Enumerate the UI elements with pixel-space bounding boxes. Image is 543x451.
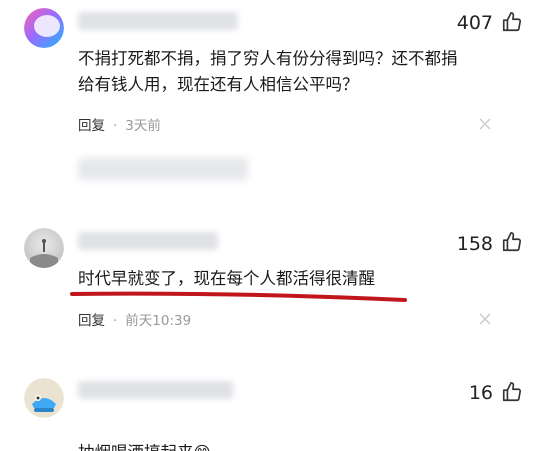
- comment-list: 407 不捐打死都不捐，捐了穷人有份分得到吗？还不都捐 给有钱人用，现在还有人相…: [0, 0, 543, 451]
- reply-button[interactable]: 回复: [78, 313, 105, 329]
- comment-time: 3天前: [125, 118, 161, 134]
- meta-separator: ·: [113, 118, 118, 134]
- thumbs-up-icon[interactable]: [501, 231, 523, 253]
- username-blurred[interactable]: [78, 381, 233, 399]
- grin-emoji-icon: 😁: [194, 443, 211, 451]
- username-blurred[interactable]: [78, 12, 238, 30]
- avatar-image: [24, 228, 64, 268]
- close-icon[interactable]: [479, 118, 491, 130]
- like-count: 158: [456, 233, 493, 255]
- comment-text: 抽烟喝酒搞起来😁: [78, 414, 211, 451]
- comment-text: 不捐打死都不捐，捐了穷人有份分得到吗？还不都捐 给有钱人用，现在还有人相信公平吗…: [78, 49, 458, 94]
- username-blurred[interactable]: [78, 232, 218, 250]
- user-avatar[interactable]: [24, 378, 64, 418]
- meta-separator: ·: [113, 313, 118, 329]
- reply-preview-blurred[interactable]: [78, 158, 248, 180]
- comment-text-content: 抽烟喝酒搞起来: [78, 443, 194, 451]
- comment-meta: 回复 · 3天前: [78, 114, 161, 134]
- user-avatar[interactable]: [24, 8, 64, 48]
- like-count: 16: [468, 382, 493, 404]
- comment-meta: 回复 · 前天10:39: [78, 309, 191, 329]
- like-count: 407: [456, 12, 493, 34]
- comment-text: 时代早就变了，现在每个人都活得很清醒: [78, 269, 375, 288]
- thumbs-up-icon[interactable]: [501, 381, 523, 403]
- avatar-image: [24, 378, 64, 418]
- reply-button[interactable]: 回复: [78, 118, 105, 134]
- avatar-image: [24, 8, 64, 48]
- close-icon[interactable]: [479, 313, 491, 325]
- thumbs-up-icon[interactable]: [501, 11, 523, 33]
- user-avatar[interactable]: [24, 228, 64, 268]
- comment-time: 前天10:39: [125, 313, 192, 329]
